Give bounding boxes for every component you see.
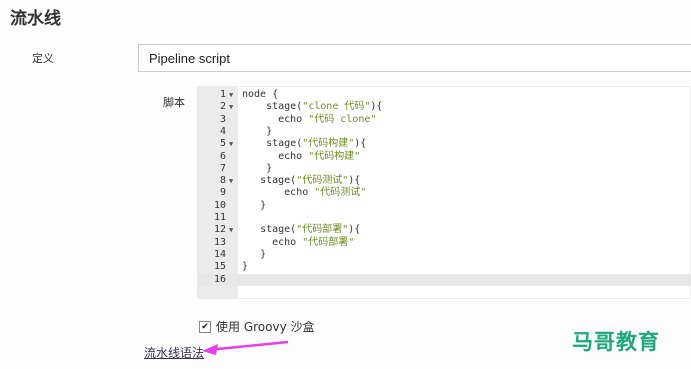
line-number: 5 — [219, 138, 226, 150]
code-text: stage("代码部署"){ — [260, 224, 361, 236]
code-line: 11 — [198, 212, 691, 224]
script-editor[interactable]: 1 ▼ node {2 ▼ stage("clone 代码"){3 echo "代码 … — [197, 86, 691, 299]
fold-arrow-icon[interactable]: ▼ — [229, 138, 233, 150]
definition-select[interactable]: Pipeline script — [138, 44, 691, 72]
code-text: node { — [242, 89, 279, 100]
code-line: 14 } — [198, 249, 691, 261]
code-line: 6 echo "代码构建" — [198, 151, 691, 163]
code-line: 9 echo "代码测试" — [198, 187, 691, 199]
pipeline-syntax-link[interactable]: 流水线语法 — [144, 344, 204, 361]
line-number: 8 — [219, 175, 226, 187]
code-text: echo "代码测试" — [284, 187, 367, 199]
code-line: 16 — [198, 273, 691, 286]
fold-arrow-icon[interactable]: ▼ — [229, 224, 233, 236]
code-text: stage("代码构建"){ — [266, 138, 367, 150]
definition-label: 定义 — [32, 52, 54, 65]
line-number: 4 — [219, 125, 226, 137]
code-text: stage("clone 代码"){ — [266, 101, 383, 113]
code-text: } — [260, 248, 267, 260]
code-text: echo "代码 clone" — [278, 113, 377, 125]
code-text: stage("代码测试"){ — [260, 175, 361, 187]
pipeline-config-page: 流水线 定义 Pipeline script 脚本 1 ▼ node {2 ▼ sta… — [0, 0, 691, 369]
line-number: 16 — [213, 273, 226, 285]
watermark-logo: 马哥教育 — [572, 330, 660, 354]
fold-arrow-icon[interactable]: ▼ — [229, 89, 233, 101]
line-number: 9 — [219, 187, 226, 199]
groovy-sandbox-label: 使用 Groovy 沙盒 — [216, 320, 315, 334]
groovy-sandbox-checkbox[interactable]: ✔ — [199, 321, 211, 333]
fold-arrow-icon[interactable]: ▼ — [229, 175, 233, 187]
code-text: } — [266, 125, 273, 137]
code-line: 10 } — [198, 200, 691, 212]
code-text: } — [266, 162, 273, 174]
code-line: 13 echo "代码部署" — [198, 237, 691, 249]
section-title: 流水线 — [10, 9, 61, 29]
code-line: 12 ▼ stage("代码部署"){ — [198, 224, 691, 236]
code-line: 5 ▼ stage("代码构建"){ — [198, 138, 691, 150]
line-number: 12 — [213, 224, 226, 236]
code-line: 8 ▼ stage("代码测试"){ — [198, 175, 691, 187]
code-line: 4 } — [198, 126, 691, 138]
line-number: 7 — [219, 162, 226, 174]
code-text: echo "代码构建" — [278, 150, 361, 162]
line-number: 13 — [213, 236, 226, 248]
line-number: 11 — [213, 212, 226, 223]
line-number: 15 — [213, 261, 226, 273]
fold-arrow-icon[interactable]: ▼ — [229, 101, 233, 113]
annotation-arrow — [202, 340, 289, 355]
line-number: 6 — [219, 150, 226, 162]
code-line: 7 } — [198, 163, 691, 175]
code-text: echo "代码部署" — [272, 236, 355, 248]
line-number: 14 — [213, 248, 226, 260]
code-line: 15} — [198, 261, 691, 273]
code-text: } — [242, 261, 249, 273]
code-text: } — [260, 199, 267, 211]
line-number: 2 — [219, 101, 226, 113]
line-number: 10 — [213, 199, 226, 211]
line-number: 3 — [219, 113, 226, 125]
code-line: 2 ▼ stage("clone 代码"){ — [198, 101, 691, 113]
script-label: 脚本 — [163, 96, 185, 109]
code-line: 3 echo "代码 clone" — [198, 114, 691, 126]
line-number: 1 — [219, 89, 226, 100]
code-line: 1 ▼ node { — [198, 89, 691, 101]
